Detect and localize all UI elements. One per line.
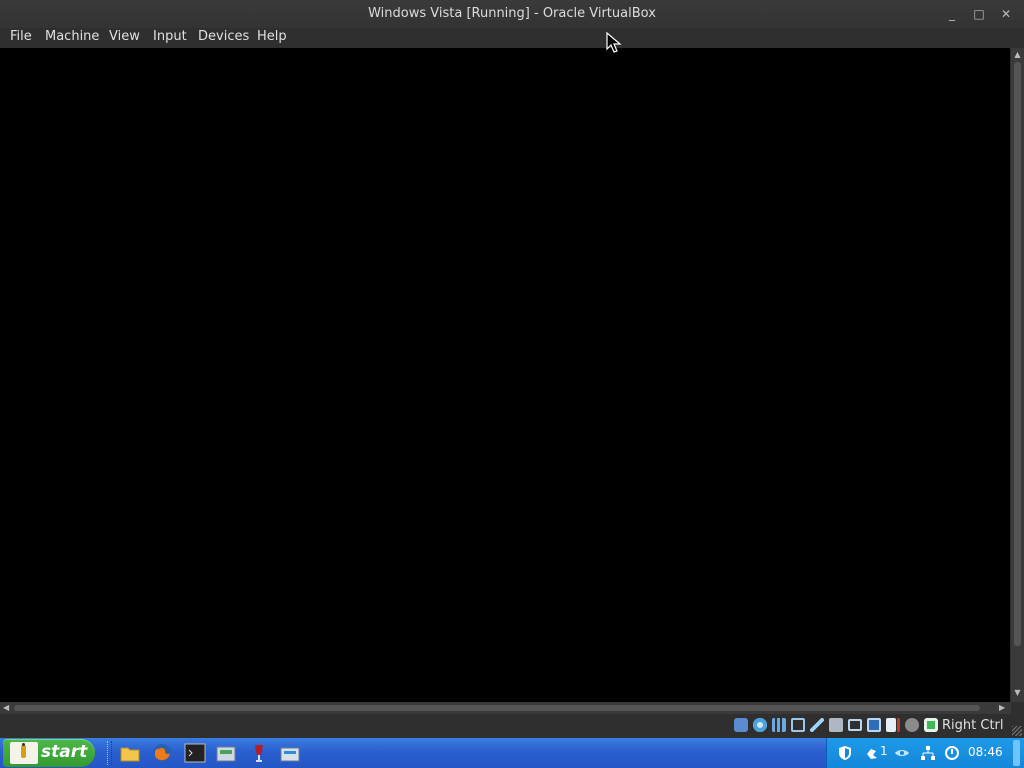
vm-display[interactable] bbox=[0, 48, 1010, 702]
virtualbox-window: Windows Vista [Running] - Oracle Virtual… bbox=[0, 0, 1024, 738]
optical-drive-icon[interactable] bbox=[753, 718, 767, 732]
status-indicator-icon bbox=[897, 718, 900, 732]
volume-icon[interactable] bbox=[944, 745, 960, 761]
maximize-button[interactable]: □ bbox=[971, 6, 987, 22]
display-icon[interactable] bbox=[848, 719, 862, 731]
vertical-scrollbar[interactable]: ▲ ▼ bbox=[1011, 48, 1024, 702]
host-key-label: Right Ctrl bbox=[942, 718, 1004, 733]
virtualization-icon[interactable] bbox=[886, 718, 896, 732]
scroll-left-icon[interactable]: ◀ bbox=[3, 703, 9, 712]
system-tray: 1 08:46 bbox=[826, 738, 1024, 768]
menu-bar: File Machine View Input Devices Help bbox=[0, 28, 1024, 48]
clock[interactable]: 08:46 bbox=[968, 745, 1003, 759]
guest-taskbar: start 1 08:46 bbox=[0, 738, 1024, 768]
menu-file[interactable]: File bbox=[10, 29, 32, 44]
scroll-right-icon[interactable]: ▶ bbox=[999, 703, 1005, 712]
disk-manager-icon[interactable] bbox=[215, 742, 237, 764]
title-bar[interactable]: Windows Vista [Running] - Oracle Virtual… bbox=[0, 0, 1024, 28]
keyboard-capture-icon[interactable] bbox=[924, 718, 938, 732]
recording-icon[interactable] bbox=[867, 718, 881, 732]
firefox-icon[interactable] bbox=[151, 742, 173, 764]
lan-icon[interactable] bbox=[920, 745, 936, 761]
network-eye-icon[interactable] bbox=[894, 745, 910, 761]
folder-icon[interactable] bbox=[119, 742, 141, 764]
start-label: start bbox=[41, 742, 88, 762]
menu-view[interactable]: View bbox=[109, 29, 140, 44]
audio-icon[interactable] bbox=[772, 718, 786, 732]
window-title: Windows Vista [Running] - Oracle Virtual… bbox=[368, 6, 656, 21]
minimize-button[interactable]: _ bbox=[944, 6, 960, 22]
show-desktop-button[interactable] bbox=[1013, 740, 1020, 766]
notification-icon[interactable] bbox=[864, 745, 880, 761]
menu-devices[interactable]: Devices bbox=[198, 29, 249, 44]
close-button[interactable]: ✕ bbox=[998, 6, 1014, 22]
scroll-down-icon[interactable]: ▼ bbox=[1013, 688, 1022, 697]
windows-logo-icon bbox=[10, 742, 38, 764]
scroll-up-icon[interactable]: ▲ bbox=[1013, 50, 1022, 59]
horizontal-scrollbar[interactable]: ◀ ▶ bbox=[0, 702, 1011, 714]
horizontal-scroll-thumb[interactable] bbox=[14, 705, 980, 711]
usb-icon[interactable] bbox=[810, 718, 824, 732]
start-button[interactable]: start bbox=[3, 739, 95, 767]
menu-input[interactable]: Input bbox=[153, 29, 187, 44]
hard-disk-icon[interactable] bbox=[734, 718, 748, 732]
network-icon[interactable] bbox=[791, 718, 805, 732]
notification-count: 1 bbox=[880, 744, 888, 758]
wine-icon[interactable] bbox=[248, 742, 270, 764]
menu-machine[interactable]: Machine bbox=[45, 29, 99, 44]
mouse-cursor-icon bbox=[606, 31, 624, 54]
menu-help[interactable]: Help bbox=[257, 29, 287, 44]
mouse-integration-icon[interactable] bbox=[905, 718, 919, 732]
installer-icon[interactable] bbox=[279, 742, 301, 764]
shield-icon[interactable] bbox=[837, 745, 853, 761]
status-bar: Right Ctrl bbox=[0, 714, 1024, 738]
shared-folders-icon[interactable] bbox=[829, 718, 843, 732]
resize-grip[interactable] bbox=[1012, 726, 1022, 736]
vertical-scroll-thumb[interactable] bbox=[1014, 62, 1021, 646]
quick-launch-separator bbox=[107, 741, 112, 765]
terminal-icon[interactable] bbox=[184, 742, 206, 764]
